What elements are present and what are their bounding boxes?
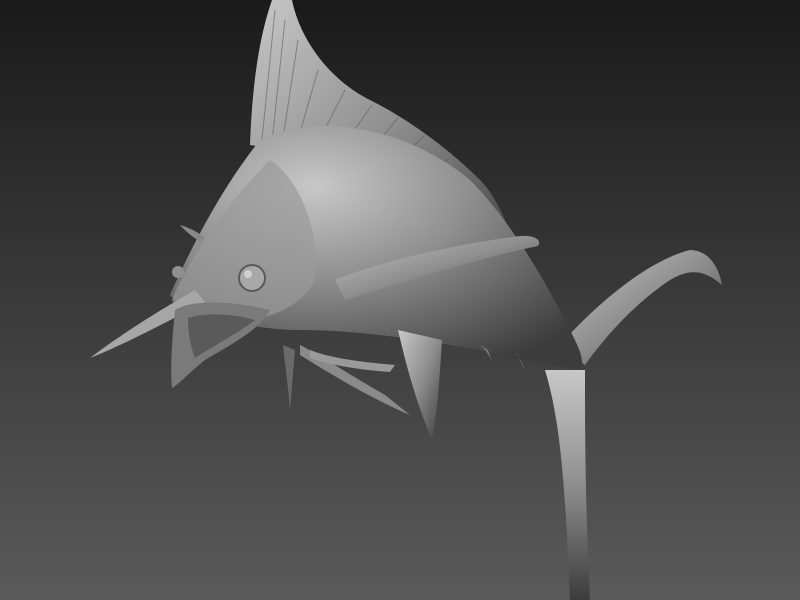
eye	[238, 264, 266, 292]
eye-highlight	[244, 270, 252, 278]
nostril	[172, 266, 184, 278]
sailfish-render	[0, 0, 800, 600]
viewport	[0, 0, 800, 600]
